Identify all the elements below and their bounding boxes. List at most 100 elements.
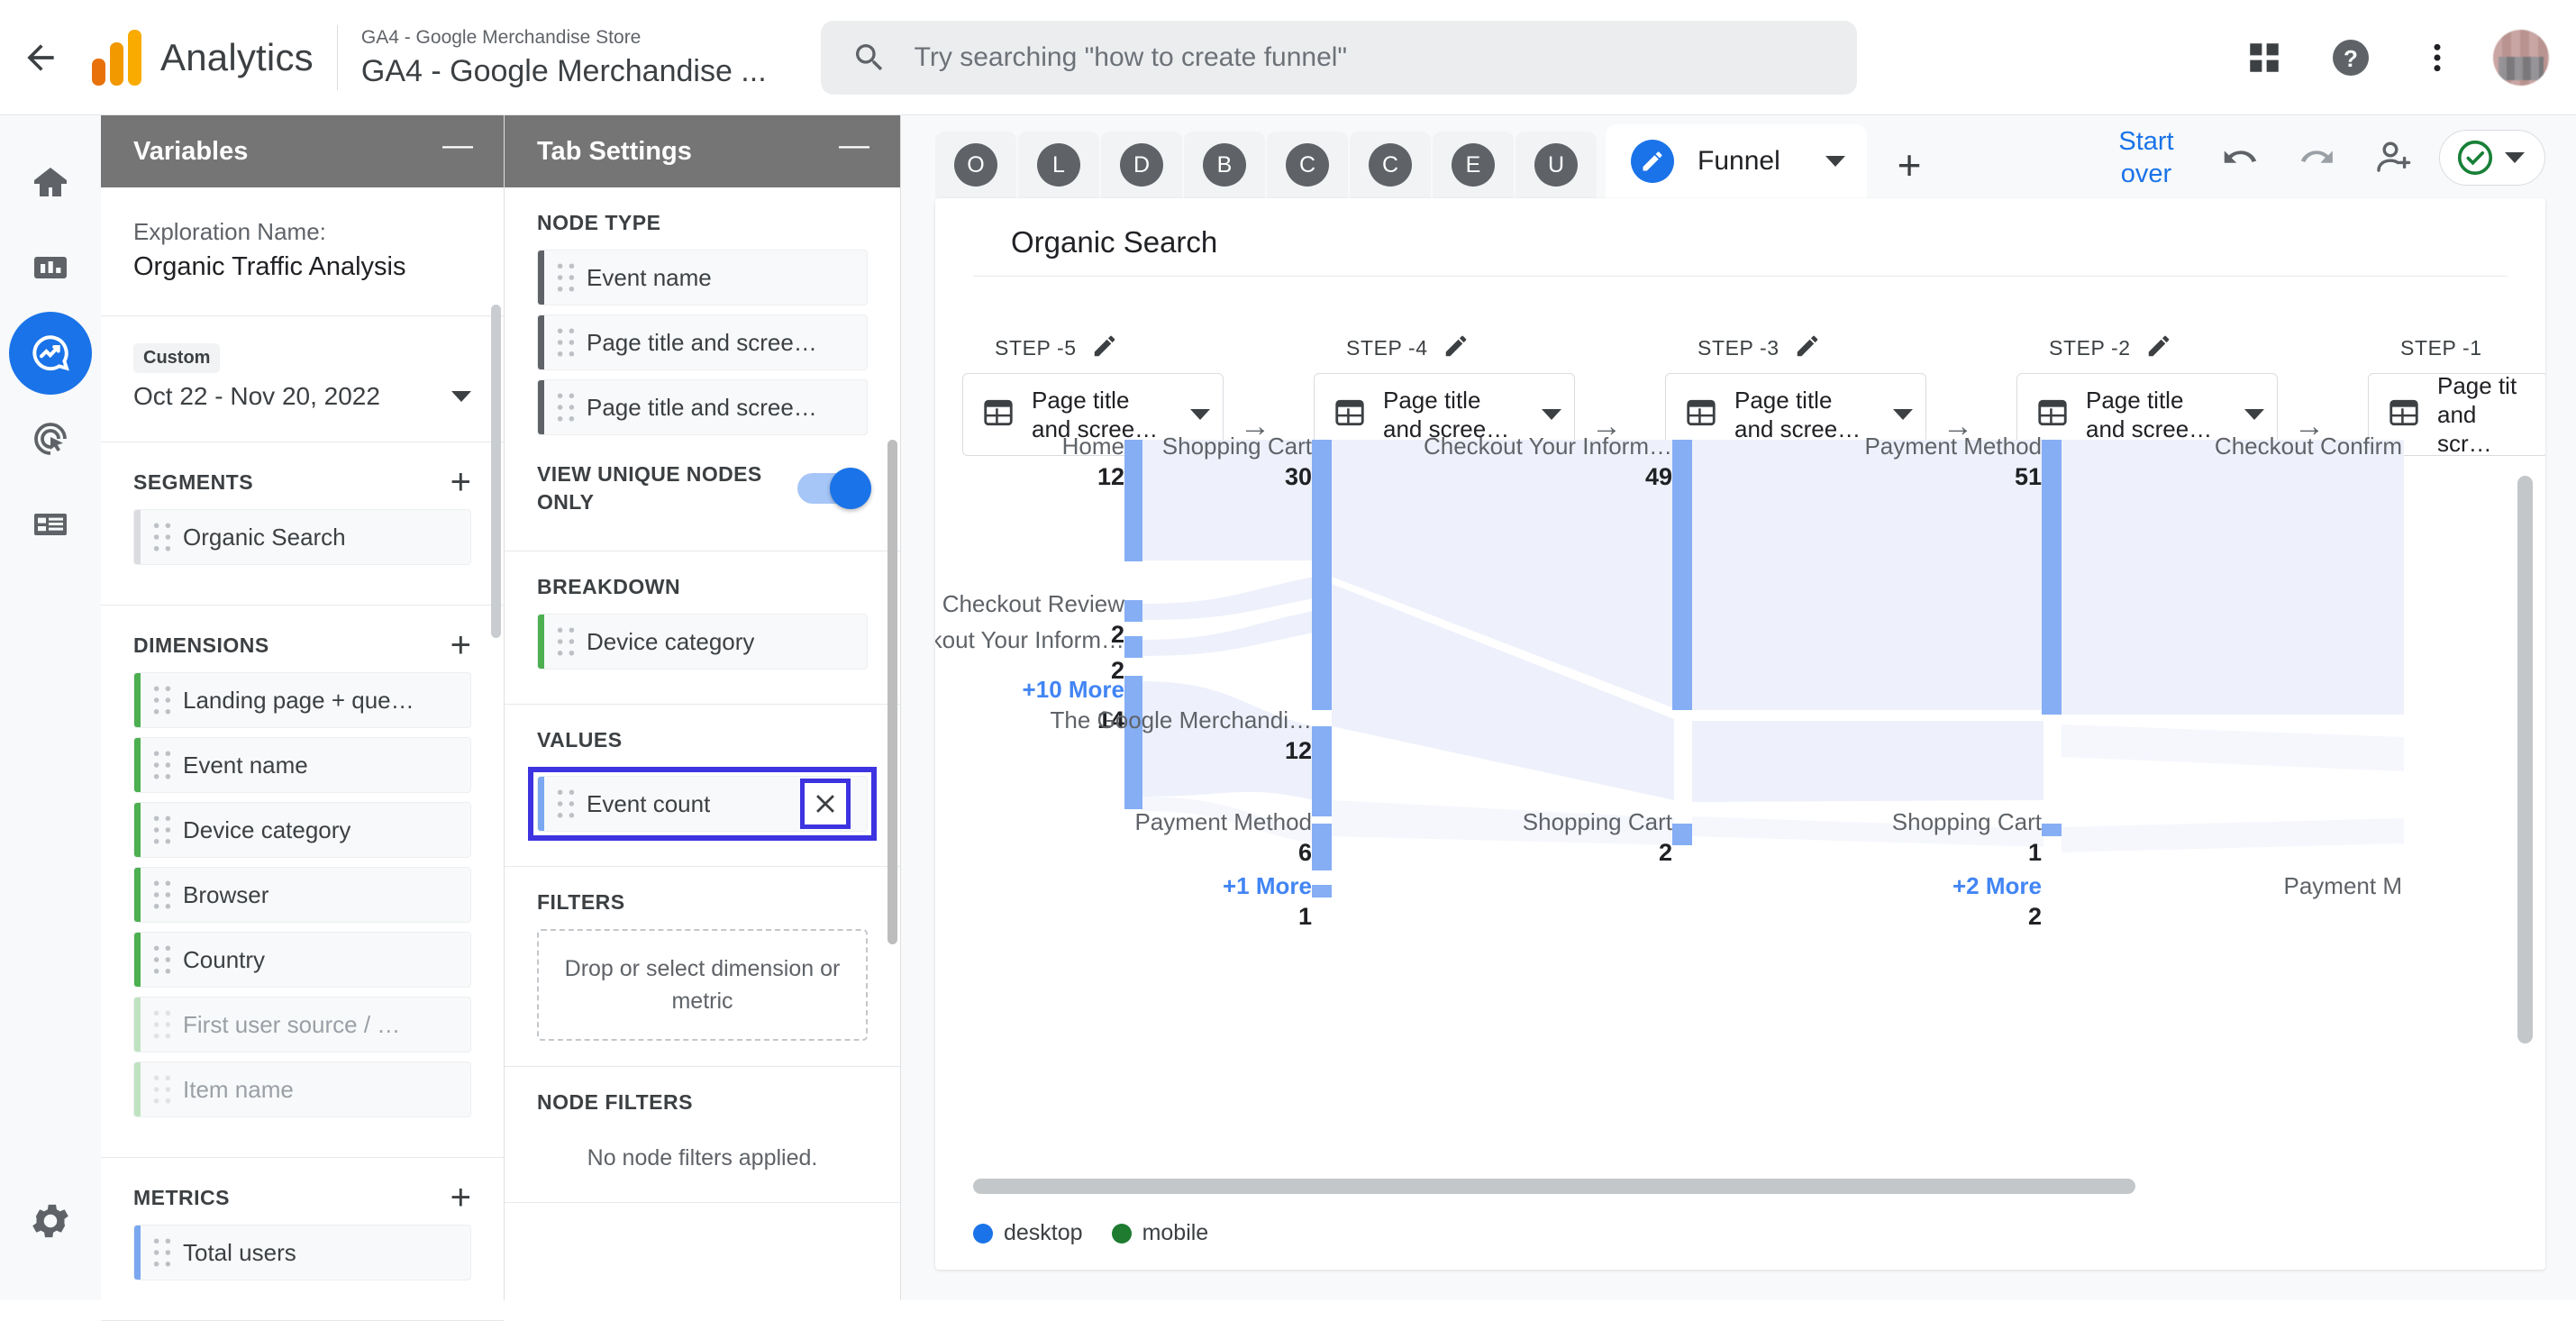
node-type-chip[interactable]: Event name — [537, 250, 868, 305]
drag-handle-icon[interactable] — [141, 522, 183, 552]
filters-dropzone[interactable]: Drop or select dimension or metric — [537, 929, 868, 1041]
undo-button[interactable] — [2207, 124, 2273, 191]
node-label-more[interactable]: +2 More — [1952, 872, 2042, 900]
add-segment-button[interactable]: + — [451, 469, 471, 495]
dimension-chip[interactable]: Item name — [133, 1061, 471, 1117]
sidebar-item-advertising[interactable] — [9, 397, 92, 480]
tab-l[interactable]: L — [1018, 132, 1099, 198]
tab-d[interactable]: D — [1101, 132, 1182, 198]
pencil-icon[interactable] — [1443, 333, 1470, 364]
node-value: 30 — [1285, 463, 1312, 491]
sankey-node[interactable] — [1672, 440, 1692, 710]
sankey-node[interactable] — [1124, 636, 1142, 658]
add-dimension-button[interactable]: + — [451, 633, 471, 658]
value-chip[interactable]: Event count — [537, 776, 868, 832]
chevron-down-icon[interactable] — [1893, 409, 1913, 420]
drag-handle-icon[interactable] — [141, 685, 183, 715]
tab-settings-scrollbar[interactable] — [887, 440, 897, 944]
segment-chip[interactable]: Organic Search — [133, 509, 471, 565]
sidebar-item-home[interactable] — [9, 141, 92, 223]
dimension-chip[interactable]: Browser — [133, 867, 471, 923]
sankey-node[interactable] — [1672, 824, 1692, 845]
sankey-node[interactable] — [2042, 824, 2062, 836]
node-label-more[interactable]: +10 More — [1023, 676, 1124, 704]
tab-funnel-active[interactable]: Funnel — [1606, 124, 1867, 198]
drag-handle-icon[interactable] — [141, 815, 183, 845]
sankey-node[interactable] — [1312, 726, 1332, 816]
pencil-icon[interactable] — [1794, 333, 1821, 364]
drag-handle-icon[interactable] — [545, 626, 587, 657]
drag-handle-icon[interactable] — [141, 1074, 183, 1105]
search-box[interactable] — [821, 21, 1857, 95]
sankey-node[interactable] — [1312, 824, 1332, 870]
chevron-down-icon[interactable] — [1542, 409, 1561, 420]
drag-handle-icon[interactable] — [141, 750, 183, 780]
drag-handle-icon[interactable] — [545, 327, 587, 358]
drag-handle-icon[interactable] — [141, 1009, 183, 1040]
tab-c-2[interactable]: C — [1350, 132, 1431, 198]
help-button[interactable]: ? — [2307, 14, 2394, 101]
chart-horizontal-scrollbar[interactable] — [973, 1179, 2135, 1194]
apps-grid-button[interactable] — [2221, 14, 2307, 101]
chevron-down-icon[interactable] — [1825, 156, 1845, 167]
sankey-node[interactable] — [1124, 676, 1142, 809]
date-range-picker[interactable]: Oct 22 - Nov 20, 2022 — [133, 382, 471, 411]
save-status-button[interactable] — [2439, 130, 2545, 186]
sidebar-item-library[interactable] — [9, 483, 92, 566]
tab-c-1[interactable]: C — [1267, 132, 1348, 198]
sidebar-item-admin[interactable] — [9, 1180, 92, 1262]
step-column-4: STEP -4 Page title and scree… → — [1287, 330, 1638, 438]
drag-handle-icon[interactable] — [141, 1237, 183, 1268]
drag-handle-icon[interactable] — [141, 879, 183, 910]
sankey-node[interactable] — [2042, 440, 2062, 715]
sidebar-item-reports[interactable] — [9, 226, 92, 309]
variables-minimize-button[interactable]: — — [437, 130, 478, 173]
avatar[interactable] — [2493, 30, 2549, 86]
drag-handle-icon[interactable] — [545, 788, 587, 819]
tab-o[interactable]: O — [935, 132, 1016, 198]
metric-chip[interactable]: Total users — [133, 1225, 471, 1280]
pencil-icon[interactable] — [1091, 333, 1118, 364]
sankey-node[interactable] — [1312, 885, 1332, 897]
dimension-chip[interactable]: Landing page + que… — [133, 672, 471, 728]
legend-item-desktop[interactable]: desktop — [973, 1220, 1083, 1246]
remove-value-button[interactable] — [800, 779, 851, 829]
exploration-name-value[interactable]: Organic Traffic Analysis — [133, 249, 471, 285]
dimension-chip[interactable]: First user source / … — [133, 997, 471, 1052]
dimension-chip[interactable]: Country — [133, 932, 471, 988]
node-type-chip[interactable]: Page title and scree… — [537, 379, 868, 435]
tab-b[interactable]: B — [1184, 132, 1265, 198]
node-type-chip[interactable]: Page title and scree… — [537, 314, 868, 370]
tab-u[interactable]: U — [1516, 132, 1597, 198]
chevron-down-icon[interactable] — [2505, 152, 2525, 163]
sidebar-item-explore[interactable] — [9, 312, 92, 395]
chart-vertical-scrollbar[interactable] — [2517, 476, 2533, 1043]
account-selector[interactable]: GA4 - Google Merchandise Store GA4 - Goo… — [338, 24, 767, 91]
drag-handle-icon[interactable] — [545, 392, 587, 423]
more-options-button[interactable] — [2394, 14, 2480, 101]
sankey-node[interactable] — [1312, 440, 1332, 710]
drag-handle-icon[interactable] — [545, 262, 587, 293]
view-unique-nodes-toggle[interactable] — [797, 473, 868, 504]
add-tab-button[interactable]: + — [1871, 132, 1948, 198]
redo-button[interactable] — [2284, 124, 2351, 191]
sankey-node[interactable] — [1124, 440, 1142, 561]
tab-settings-minimize-button[interactable]: — — [833, 130, 875, 173]
chevron-down-icon[interactable] — [1190, 409, 1210, 420]
dimension-chip[interactable]: Event name — [133, 737, 471, 793]
variables-scrollbar[interactable] — [491, 305, 501, 638]
tab-e[interactable]: E — [1433, 132, 1514, 198]
node-label-more[interactable]: +1 More — [1223, 872, 1312, 900]
share-button[interactable] — [2362, 124, 2428, 191]
start-over-button[interactable]: Start over — [2097, 125, 2196, 190]
breakdown-chip[interactable]: Device category — [537, 614, 868, 670]
chevron-down-icon[interactable] — [2244, 409, 2264, 420]
sankey-node[interactable] — [1124, 600, 1142, 622]
legend-item-mobile[interactable]: mobile — [1112, 1220, 1209, 1246]
drag-handle-icon[interactable] — [141, 944, 183, 975]
add-metric-button[interactable]: + — [451, 1185, 471, 1210]
pencil-icon[interactable] — [2145, 333, 2172, 364]
search-input[interactable] — [915, 42, 1826, 73]
dimension-chip[interactable]: Device category — [133, 802, 471, 858]
back-button[interactable] — [0, 38, 81, 77]
